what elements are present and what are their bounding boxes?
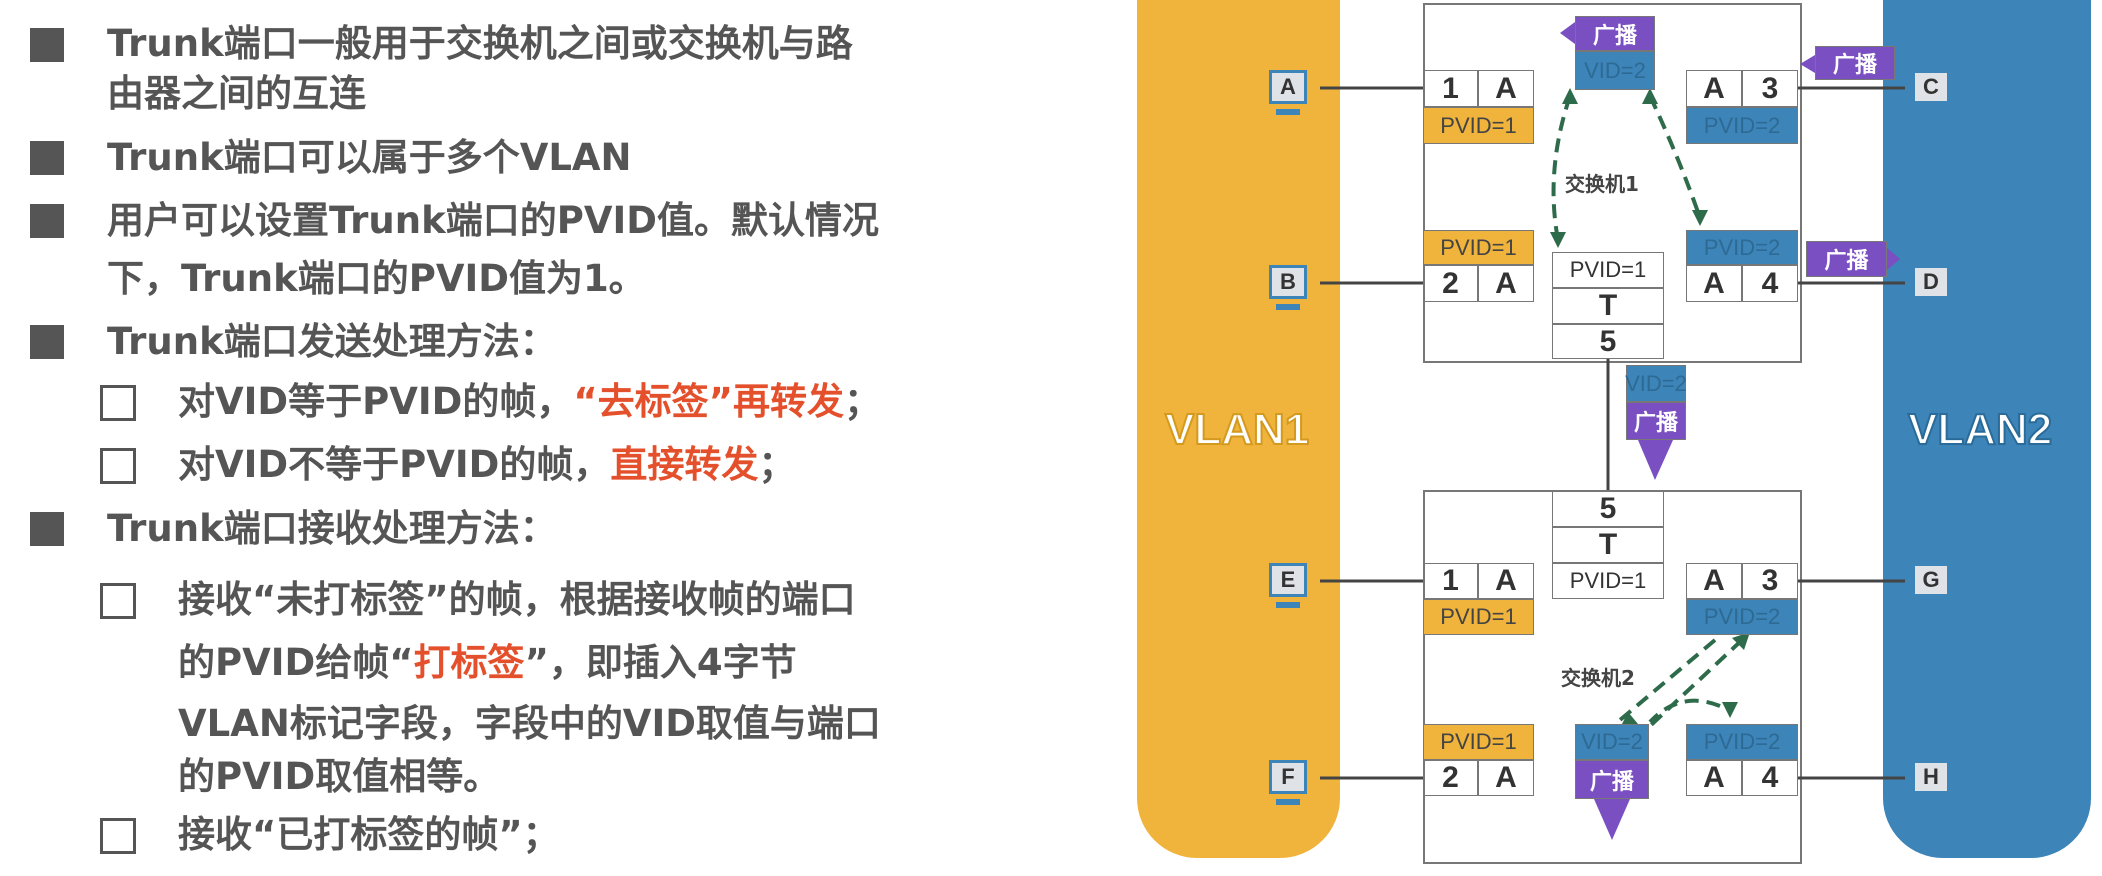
host-e: E — [1269, 563, 1307, 608]
pvid-label: PVID=2 — [1686, 599, 1798, 635]
pvid-label: PVID=1 — [1423, 724, 1534, 760]
port-number: 3 — [1742, 563, 1798, 599]
down-arrow-icon — [1638, 440, 1673, 480]
port-type: A — [1686, 760, 1742, 796]
port-number: 5 — [1552, 324, 1664, 359]
host-b: B — [1269, 265, 1307, 310]
broadcast-frame: 广播 — [1575, 760, 1649, 799]
port-number: 1 — [1423, 563, 1478, 599]
pvid-label: PVID=2 — [1686, 724, 1798, 760]
broadcast-frame: 广播 — [1815, 46, 1895, 80]
port-type: A — [1478, 265, 1534, 302]
vid-tag: VID=2 — [1575, 51, 1655, 90]
pvid-label: PVID=2 — [1686, 107, 1798, 144]
arrowhead-icon — [1642, 88, 1658, 104]
port-number: 5 — [1552, 490, 1664, 527]
port-number: 4 — [1742, 760, 1798, 796]
pvid-label: PVID=1 — [1552, 252, 1664, 288]
down-arrow-icon — [1594, 799, 1630, 840]
pvid-label: PVID=2 — [1686, 230, 1798, 265]
port-type: A — [1478, 563, 1534, 599]
port-type: A — [1478, 760, 1534, 796]
vid-tag: VID=2 — [1625, 365, 1687, 402]
arrowhead-icon — [1692, 210, 1708, 226]
port-type: A — [1686, 265, 1742, 302]
host-a: A — [1269, 70, 1307, 115]
arrowhead-icon — [1562, 88, 1578, 104]
port-type: A — [1686, 563, 1742, 599]
host-h: H — [1912, 760, 1950, 805]
host-d: D — [1912, 265, 1950, 310]
pvid-label: PVID=1 — [1423, 599, 1534, 635]
port-number: 1 — [1423, 70, 1478, 107]
port-type: T — [1552, 527, 1664, 563]
left-arrow-icon — [1560, 22, 1575, 44]
broadcast-frame: 广播 — [1575, 16, 1655, 51]
broadcast-frame: 广播 — [1626, 402, 1686, 440]
port-type: A — [1686, 70, 1742, 107]
broadcast-frame: 广播 — [1806, 241, 1887, 277]
port-number: 2 — [1423, 760, 1478, 796]
host-g: G — [1912, 563, 1950, 608]
port-number: 4 — [1742, 265, 1798, 302]
arrowhead-icon — [1722, 702, 1738, 718]
port-type: T — [1552, 288, 1664, 324]
host-c: C — [1912, 70, 1950, 115]
host-f: F — [1269, 760, 1307, 805]
pvid-label: PVID=1 — [1552, 563, 1664, 599]
vid-tag: VID=2 — [1575, 724, 1649, 760]
right-arrow-icon — [1887, 248, 1900, 270]
port-number: 2 — [1423, 265, 1478, 302]
port-number: 3 — [1742, 70, 1798, 107]
switch-2-label: 交换机2 — [1561, 666, 1635, 690]
left-arrow-icon — [1800, 55, 1815, 73]
pvid-label: PVID=1 — [1423, 230, 1534, 265]
arrowhead-icon — [1550, 232, 1566, 248]
port-type: A — [1478, 70, 1534, 107]
pvid-label: PVID=1 — [1423, 107, 1534, 144]
switch-1-label: 交换机1 — [1565, 172, 1639, 196]
